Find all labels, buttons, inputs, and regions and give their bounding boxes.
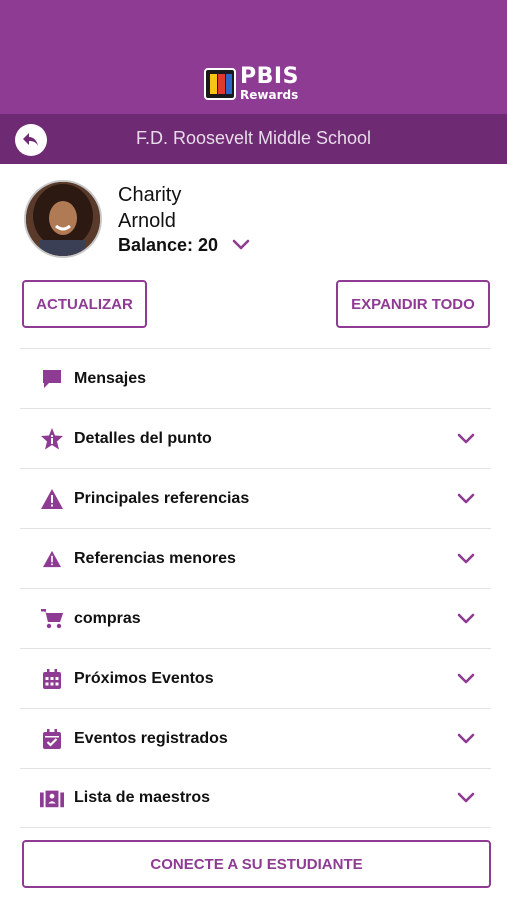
warning-icon (40, 487, 64, 511)
chevron-down-icon (457, 613, 475, 623)
warning-small-icon (40, 547, 64, 571)
logo-mark-icon (204, 67, 236, 100)
expand-all-button[interactable]: EXPANDIR TODO (336, 280, 490, 328)
star-info-icon (40, 427, 64, 451)
section-registered-events[interactable]: Eventos registrados (20, 708, 491, 768)
section-teachers-list[interactable]: Lista de maestros (20, 768, 491, 828)
logo-title: PBIS (240, 64, 299, 89)
section-label: Principales referencias (74, 489, 250, 507)
section-messages[interactable]: Mensajes (20, 348, 491, 408)
student-first-name: Charity (118, 184, 182, 206)
section-minor-referrals[interactable]: Referencias menores (20, 528, 491, 588)
balance-label: Balance: 20 (118, 235, 219, 255)
connect-student-button[interactable]: CONECTE A SU ESTUDIANTE (22, 840, 491, 888)
section-label: Eventos registrados (74, 729, 228, 747)
update-button[interactable]: ACTUALIZAR (22, 280, 147, 328)
chevron-down-icon (457, 553, 475, 563)
chevron-down-icon (457, 493, 475, 503)
app-header: PBIS Rewards (0, 0, 507, 114)
message-icon (40, 367, 64, 391)
calendar-check-icon (40, 727, 64, 751)
chevron-down-icon (457, 792, 475, 803)
section-upcoming-events[interactable]: Próximos Eventos (20, 648, 491, 708)
pbis-rewards-logo: PBIS Rewards (204, 66, 299, 101)
section-label: compras (74, 609, 141, 627)
section-label: Mensajes (74, 369, 147, 387)
school-name: F.D. Roosevelt Middle School (135, 128, 372, 148)
section-label: Detalles del punto (74, 429, 212, 447)
calendar-icon (40, 667, 64, 691)
teachers-icon (40, 786, 64, 810)
student-avatar (24, 180, 102, 258)
section-major-referrals[interactable]: Principales referencias (20, 468, 491, 528)
student-last-name: Arnold (118, 210, 176, 232)
cart-icon (40, 607, 64, 631)
section-label: Referencias menores (74, 549, 236, 567)
section-label: Lista de maestros (74, 789, 211, 806)
logo-subtitle: Rewards (240, 88, 299, 102)
section-point-details[interactable]: Detalles del punto (20, 408, 491, 468)
chevron-down-icon (232, 239, 250, 249)
chevron-down-icon (457, 433, 475, 443)
balance-toggle[interactable]: Balance: 20 (118, 235, 250, 256)
chevron-down-icon (457, 733, 475, 743)
sections-list: Mensajes Detalles del punto Principales … (20, 348, 491, 828)
chevron-down-icon (457, 673, 475, 683)
section-purchases[interactable]: compras (20, 588, 491, 648)
school-bar: F.D. Roosevelt Middle School (0, 114, 507, 164)
section-label: Próximos Eventos (74, 669, 214, 687)
